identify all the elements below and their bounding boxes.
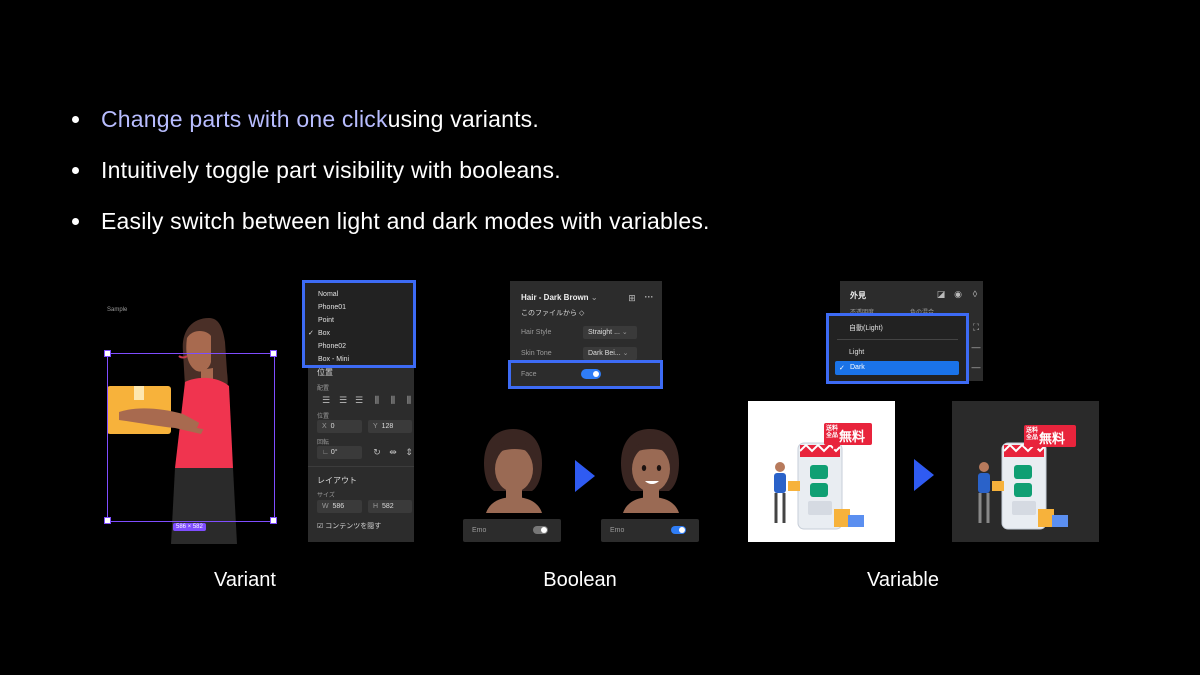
more-icon[interactable]: ··· bbox=[643, 291, 655, 303]
variant-dropdown-menu[interactable]: Nomal Phone01 Point ✓ Box Phone02 Box - M… bbox=[302, 280, 416, 368]
variant-menu-item[interactable]: Point bbox=[305, 314, 413, 327]
arrow-right-icon bbox=[914, 459, 934, 491]
frame-label: Sample bbox=[107, 307, 128, 313]
y-field[interactable]: Y 128 bbox=[368, 420, 412, 433]
align-middle-icon[interactable]: ⫼ bbox=[387, 394, 399, 406]
face-illustration-on bbox=[621, 429, 679, 513]
bullet-dot bbox=[72, 116, 79, 123]
badge-small-text: 送料 全品 bbox=[1026, 428, 1039, 441]
rotation-field[interactable]: ∟ 0° bbox=[317, 446, 362, 459]
badge-main-text: 無料 bbox=[1039, 431, 1066, 446]
caption-variant: Variant bbox=[214, 569, 276, 591]
variant-menu-item[interactable]: Phone02 bbox=[305, 340, 413, 353]
variant-menu-item[interactable]: ✓ Box bbox=[305, 327, 413, 340]
toggle-knob bbox=[679, 527, 685, 533]
resize-handle-bottom-left[interactable] bbox=[104, 517, 111, 524]
minus-icon[interactable]: — bbox=[970, 341, 982, 353]
skin-tone-select[interactable]: Dark Bei... ⌄ bbox=[583, 347, 637, 360]
resize-handle-top-left[interactable] bbox=[104, 350, 111, 357]
bullet-text: Intuitively toggle part visibility with … bbox=[101, 157, 561, 183]
divider bbox=[308, 466, 414, 467]
bullet-item-booleans: Intuitively toggle part visibility with … bbox=[72, 145, 710, 196]
bullet-dot bbox=[72, 167, 79, 174]
caption-boolean: Boolean bbox=[543, 569, 617, 591]
bullet-dot bbox=[72, 218, 79, 225]
align-bottom-icon[interactable]: ⫼ bbox=[403, 394, 415, 406]
mode-option-light[interactable]: Light bbox=[849, 349, 864, 356]
badge-main-text: 無料 bbox=[839, 429, 866, 444]
bullet-item-variants: Change parts with one click using varian… bbox=[72, 94, 710, 145]
minus-icon[interactable]: — bbox=[970, 361, 982, 373]
align-left-icon[interactable]: ☰ bbox=[320, 394, 332, 406]
clip-content-checkbox[interactable]: ☑ コンテンツを隠す bbox=[317, 521, 414, 531]
x-field[interactable]: X 0 bbox=[317, 420, 362, 433]
align-right-icon[interactable]: ☰ bbox=[353, 394, 365, 406]
position-label: 位置 bbox=[317, 414, 330, 420]
resize-handle-bottom-right[interactable] bbox=[270, 517, 277, 524]
instance-title[interactable]: Hair - Dark Brown ⌄ bbox=[521, 293, 662, 302]
face-label: Face bbox=[521, 371, 537, 378]
check-icon: ✓ bbox=[308, 330, 314, 337]
bullet-list: Change parts with one click using varian… bbox=[72, 94, 710, 247]
width-field[interactable]: W 586 bbox=[317, 500, 362, 513]
position-section-title: 位置 bbox=[317, 368, 333, 377]
face-toggle-row: Face bbox=[508, 360, 663, 389]
mode-option-auto[interactable]: 自動(Light) bbox=[849, 323, 883, 333]
toggle-knob bbox=[541, 527, 547, 533]
variant-menu-item[interactable]: Nomal bbox=[305, 288, 413, 301]
variant-menu-item[interactable]: Box - Mini bbox=[305, 353, 413, 366]
toggle-knob bbox=[593, 371, 599, 377]
caption-variable: Variable bbox=[867, 569, 939, 591]
align-center-icon[interactable]: ☰ bbox=[337, 394, 349, 406]
badge-small-text: 送料 全品 bbox=[826, 426, 839, 439]
height-field[interactable]: H 582 bbox=[368, 500, 412, 513]
mode-option-dark[interactable]: ✓ Dark bbox=[835, 361, 959, 375]
shopping-illustration bbox=[774, 423, 872, 530]
face-toggle[interactable] bbox=[581, 369, 601, 379]
flip-horizontal-icon[interactable]: ⇹ bbox=[387, 446, 399, 458]
divider bbox=[837, 339, 958, 340]
from-file-label: このファイルから ◇ bbox=[521, 310, 585, 317]
check-icon: ✓ bbox=[839, 365, 845, 372]
grid-icon[interactable]: ⊞ bbox=[626, 292, 638, 304]
align-label: 配置 bbox=[317, 386, 330, 392]
emo-label: Emo bbox=[472, 527, 487, 534]
layout-section-title: レイアウト bbox=[317, 476, 357, 485]
size-badge: 586 × 582 bbox=[173, 523, 206, 531]
emo-toggle[interactable] bbox=[671, 526, 686, 534]
diamond-icon: ◇ bbox=[578, 310, 585, 317]
eye-icon[interactable]: ◉ bbox=[952, 288, 964, 300]
arrow-right-icon bbox=[575, 460, 595, 492]
shopping-illustration bbox=[978, 425, 1076, 530]
emo-label: Emo bbox=[610, 527, 625, 534]
rotate-icon[interactable]: ↻ bbox=[371, 446, 383, 458]
mode-dropdown-menu[interactable]: 自動(Light) Light ✓ Dark bbox=[826, 313, 969, 384]
expand-icon[interactable]: ⛶ bbox=[970, 321, 982, 333]
hair-style-select[interactable]: Straight ... ⌄ bbox=[583, 326, 637, 339]
checkbox-check-icon: ☑ bbox=[317, 523, 324, 530]
emo-toggle-row-off: Emo bbox=[463, 519, 561, 542]
bullet-highlight: Change parts with one click bbox=[101, 106, 388, 132]
size-label: サイズ bbox=[317, 493, 335, 499]
resize-handle-top-right[interactable] bbox=[270, 350, 277, 357]
selection-frame[interactable] bbox=[107, 353, 275, 522]
bullet-text: using variants. bbox=[387, 106, 539, 132]
bullet-text: Easily switch between light and dark mod… bbox=[101, 208, 710, 234]
emo-toggle[interactable] bbox=[533, 526, 548, 534]
light-mode-illustration: 送料 全品 無料 bbox=[748, 401, 895, 542]
align-top-icon[interactable]: ⫼ bbox=[371, 394, 383, 406]
chevron-down-icon: ⌄ bbox=[590, 293, 598, 302]
variable-mode-icon[interactable]: ◪ bbox=[935, 288, 947, 300]
rotation-label: 回転 bbox=[317, 440, 330, 446]
drop-icon[interactable]: ◊ bbox=[969, 288, 981, 300]
bullet-item-variables: Easily switch between light and dark mod… bbox=[72, 196, 710, 247]
appearance-title: 外見 bbox=[850, 291, 866, 300]
dark-mode-illustration: 送料 全品 無料 bbox=[952, 401, 1099, 542]
flip-vertical-icon[interactable]: ⇕ bbox=[403, 446, 415, 458]
variant-menu-list: Nomal Phone01 Point ✓ Box Phone02 Box - M… bbox=[305, 288, 413, 366]
face-illustration-off bbox=[484, 429, 542, 513]
variant-menu-item[interactable]: Phone01 bbox=[305, 301, 413, 314]
emo-toggle-row-on: Emo bbox=[601, 519, 699, 542]
